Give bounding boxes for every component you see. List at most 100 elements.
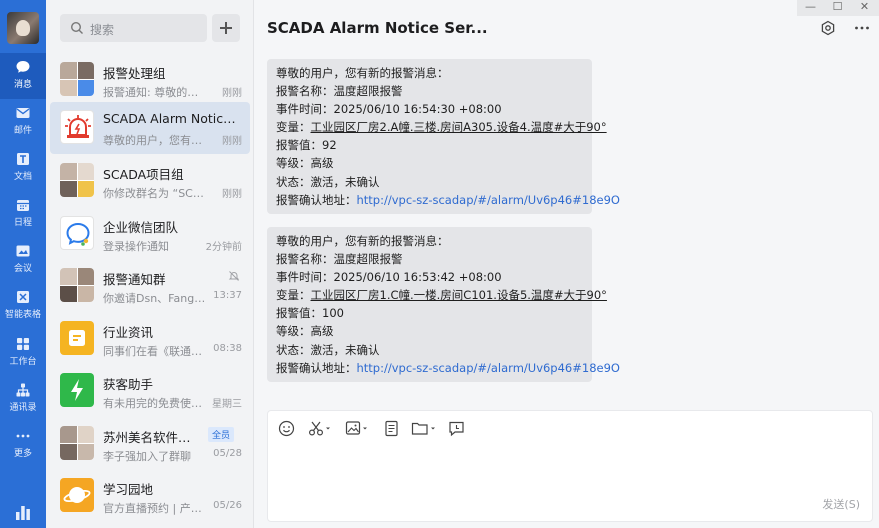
conversation-name: 报警通知群 <box>103 272 166 287</box>
all-staff-badge: 全员 <box>208 427 235 442</box>
send-button[interactable]: 发送(S) <box>822 496 860 512</box>
rail-label: 消息 <box>13 80 32 90</box>
mute-bell-icon <box>228 271 240 281</box>
rail-item-smart-table[interactable]: 智能表格 <box>0 283 46 329</box>
document-icon <box>385 420 398 437</box>
conversation-name: 行业资讯 <box>103 325 154 340</box>
conversation-preview: 尊敬的用户，您有新的... <box>103 134 208 147</box>
conversation-name: 企业微信团队 <box>103 220 179 235</box>
conversation-list: 搜索 报警处理组 报警通知: 尊敬的用户... 刚刚 SCADA Alarm N… <box>46 0 254 528</box>
emoji-icon <box>278 420 295 437</box>
group-avatar <box>60 163 94 197</box>
rail-label: 通讯录 <box>9 403 37 413</box>
conversation-name: SCADA项目组 <box>103 167 184 182</box>
message-level: 等级：高级 <box>276 156 334 171</box>
confirm-link[interactable]: http://vpc-sz-scadap/#/alarm/Uv6p46#18e9… <box>357 193 620 207</box>
alarm-avatar <box>60 110 94 144</box>
conversation-item-active[interactable]: SCADA Alarm Notice Se... 尊敬的用户，您有新的... 刚… <box>50 102 250 154</box>
conversation-item[interactable]: 行业资讯 同事们在看《联通这... 08:38 <box>50 313 250 365</box>
search-icon <box>70 21 83 34</box>
assistant-avatar <box>60 373 94 407</box>
conversation-time: 05/28 <box>213 448 242 459</box>
settings-icon[interactable] <box>820 20 836 36</box>
confirm-label: 报警确认地址： <box>276 360 357 375</box>
conversation-name: 报警处理组 <box>103 66 166 81</box>
conversation-preview: 你邀请Dsn、Fanggui... <box>103 292 208 305</box>
chat-header: SCADA Alarm Notice Ser... <box>254 0 879 56</box>
conversation-time: 05/26 <box>213 500 242 511</box>
search-input[interactable]: 搜索 <box>60 14 207 42</box>
conversation-preview: 报警通知: 尊敬的用户... <box>103 86 208 99</box>
group-avatar <box>60 62 94 96</box>
conversation-name: 获客助手 <box>103 377 154 392</box>
user-avatar[interactable] <box>7 12 39 44</box>
bar-chart-icon[interactable] <box>14 503 32 521</box>
planet-icon <box>63 487 91 503</box>
message-greeting: 尊敬的用户，您有新的报警消息： <box>276 234 449 248</box>
calendar-icon <box>17 200 29 211</box>
message-variable[interactable]: 工业园区厂房2.A幢.三楼.房间A305.设备4.温度#大于90° <box>311 120 607 134</box>
folder-button[interactable] <box>411 420 437 438</box>
conversation-item[interactable]: 报警处理组 报警通知: 尊敬的用户... 刚刚 <box>50 54 250 106</box>
meeting-icon <box>16 245 30 257</box>
rail-item-docs[interactable]: 文档 <box>0 145 46 191</box>
rail-item-calendar[interactable]: 日程 <box>0 191 46 237</box>
emoji-button[interactable] <box>278 420 295 438</box>
image-button[interactable] <box>345 420 369 438</box>
conversation-item[interactable]: 苏州美名软件有限... 全员 李子强加入了群聊 05/28 <box>50 418 250 470</box>
message-status: 状态：激活，未确认 <box>276 174 380 189</box>
message-bubble: 尊敬的用户，您有新的报警消息： 报警名称：温度超限报警 事件时间：2025/06… <box>267 227 620 382</box>
document-button[interactable] <box>383 420 400 438</box>
chat-panel: SCADA Alarm Notice Ser... — ☐ ✕ 尊敬的用户，您有… <box>254 0 879 528</box>
workbench-icon <box>17 338 29 350</box>
conversation-item[interactable]: 企业微信团队 登录操作通知 2分钟前 <box>50 208 250 260</box>
alarm-icon <box>65 115 91 138</box>
mail-icon <box>16 108 30 118</box>
add-button[interactable] <box>212 14 240 42</box>
maximize-button[interactable]: ☐ <box>824 0 851 16</box>
message-variable-line: 变量：工业园区厂房2.A幢.三楼.房间A305.设备4.温度#大于90° <box>276 118 607 136</box>
learning-avatar <box>60 478 94 512</box>
rail-item-mail[interactable]: 邮件 <box>0 99 46 145</box>
conversation-item[interactable]: 获客助手 有未用完的免费使用量 星期三 <box>50 365 250 417</box>
screenshot-button[interactable] <box>308 420 332 438</box>
conversation-time: 星期三 <box>212 399 242 410</box>
rail-label: 会议 <box>13 264 32 274</box>
confirm-label: 报警确认地址： <box>276 192 357 207</box>
rail-item-contacts[interactable]: 通讯录 <box>0 376 46 422</box>
rail-label: 智能表格 <box>4 310 41 320</box>
contacts-icon <box>16 383 30 397</box>
rail-label: 文档 <box>13 172 32 182</box>
conversation-item[interactable]: 报警通知群 你邀请Dsn、Fanggui... 13:37 <box>50 260 250 312</box>
rail-item-more[interactable]: 更多 <box>0 422 46 468</box>
rail-item-meeting[interactable]: 会议 <box>0 237 46 283</box>
chat-record-button[interactable] <box>448 420 465 438</box>
chat-history-icon <box>449 421 464 437</box>
close-button[interactable]: ✕ <box>851 0 878 16</box>
news-avatar <box>60 321 94 355</box>
rail-item-messages[interactable]: 消息 <box>0 53 46 99</box>
conversation-time: 2分钟前 <box>205 242 242 253</box>
message-confirm-line: 报警确认地址：http://vpc-sz-scadap/#/alarm/Uv6p… <box>276 191 620 209</box>
message-variable[interactable]: 工业园区厂房1.C幢.一楼.房间C101.设备5.温度#大于90° <box>311 288 607 302</box>
conversation-name: 苏州美名软件有限... <box>103 430 203 445</box>
conversation-time: 刚刚 <box>222 136 242 147</box>
message-composer[interactable]: 发送(S) <box>267 410 873 522</box>
image-icon <box>345 421 367 435</box>
minimize-button[interactable]: — <box>797 0 824 16</box>
message-alarm-name: 报警名称：温度超限报警 <box>276 252 403 267</box>
more-options-icon[interactable] <box>854 20 870 36</box>
conversation-item[interactable]: SCADA项目组 你修改群名为 “SCADA... 刚刚 <box>50 155 250 207</box>
confirm-link[interactable]: http://vpc-sz-scadap/#/alarm/Uv6p46#18e9… <box>357 361 620 375</box>
message-confirm-line: 报警确认地址：http://vpc-sz-scadap/#/alarm/Uv6p… <box>276 359 620 377</box>
message-event-time: 事件时间：2025/06/10 16:54:30 +08:00 <box>276 102 502 117</box>
window-controls: — ☐ ✕ <box>797 0 879 16</box>
chat-icon <box>16 61 30 73</box>
message-bubble: 尊敬的用户，您有新的报警消息： 报警名称：温度超限报警 事件时间：2025/06… <box>267 59 620 214</box>
conversation-item[interactable]: 学习园地 官方直播预约 | 产品... 05/26 <box>50 470 250 522</box>
rail-label: 更多 <box>13 449 32 459</box>
conversation-time: 刚刚 <box>222 88 242 99</box>
news-icon <box>69 330 85 346</box>
rail-label: 日程 <box>13 218 32 228</box>
rail-item-workbench[interactable]: 工作台 <box>0 330 46 376</box>
